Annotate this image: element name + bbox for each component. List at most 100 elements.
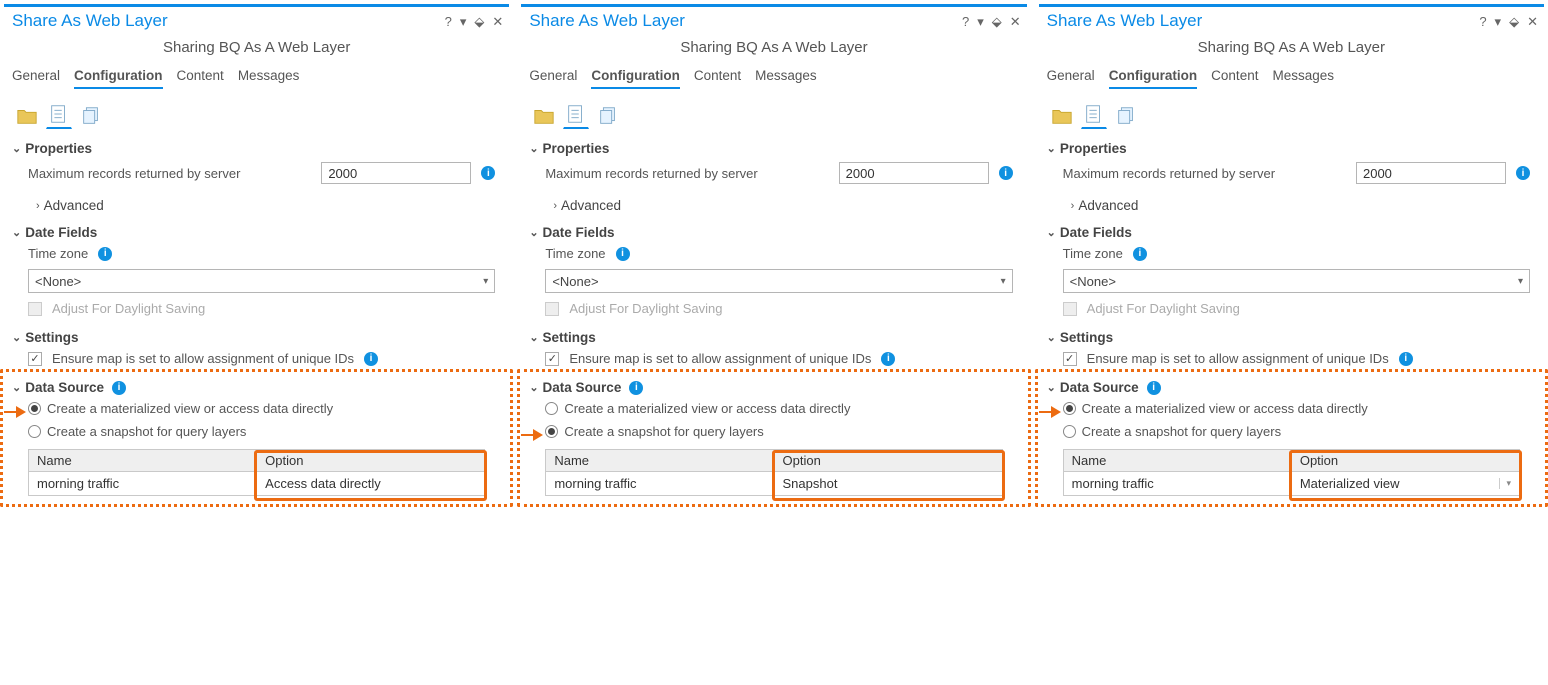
ensure-ids-checkbox[interactable] <box>28 352 42 366</box>
ds-cell-name[interactable]: morning traffic <box>1064 471 1292 495</box>
max-records-input[interactable] <box>1356 162 1506 184</box>
dropdown-icon[interactable]: ▾ <box>977 15 984 28</box>
tab-bar: General Configuration Content Messages <box>1039 66 1544 91</box>
properties-header[interactable]: ⌄ Properties <box>521 131 1026 158</box>
max-records-input[interactable] <box>321 162 471 184</box>
tab-messages[interactable]: Messages <box>1272 66 1334 89</box>
settings-header[interactable]: ⌄ Settings <box>1039 320 1544 347</box>
properties-header[interactable]: ⌄ Properties <box>1039 131 1544 158</box>
tab-messages[interactable]: Messages <box>238 66 300 89</box>
dropdown-icon[interactable]: ▾ <box>1495 15 1502 28</box>
info-icon[interactable]: i <box>616 247 630 261</box>
advanced-header[interactable]: › Advanced <box>521 188 1026 215</box>
close-icon[interactable]: ✕ <box>1010 15 1021 28</box>
max-records-input[interactable] <box>839 162 989 184</box>
info-icon[interactable]: i <box>1399 352 1413 366</box>
tab-content[interactable]: Content <box>1211 66 1258 89</box>
ds-radio-snapshot-label: Create a snapshot for query layers <box>564 424 763 439</box>
chevron-right-icon: › <box>36 200 40 212</box>
pin-icon[interactable]: ⬙ <box>992 15 1002 28</box>
layer-stack-icon[interactable] <box>1113 103 1139 129</box>
info-icon[interactable]: i <box>98 247 112 261</box>
tab-configuration[interactable]: Configuration <box>74 66 162 89</box>
tab-general[interactable]: General <box>12 66 60 89</box>
timezone-select[interactable]: <None> ▾ <box>545 269 1012 293</box>
section-label: Properties <box>543 141 610 156</box>
timezone-select[interactable]: <None> ▾ <box>1063 269 1530 293</box>
properties-header[interactable]: ⌄ Properties <box>4 131 509 158</box>
layer-doc-icon[interactable] <box>46 103 72 129</box>
max-records-label: Maximum records returned by server <box>28 166 240 181</box>
tab-general[interactable]: General <box>1047 66 1095 89</box>
advanced-header[interactable]: › Advanced <box>1039 188 1544 215</box>
layer-folder-icon[interactable] <box>531 103 557 129</box>
ds-cell-name[interactable]: morning traffic <box>546 471 774 495</box>
tab-content[interactable]: Content <box>694 66 741 89</box>
section-label: Advanced <box>44 198 104 213</box>
tab-messages[interactable]: Messages <box>755 66 817 89</box>
info-icon[interactable]: i <box>881 352 895 366</box>
layer-folder-icon[interactable] <box>14 103 40 129</box>
timezone-value: <None> <box>1070 274 1116 289</box>
layer-doc-icon[interactable] <box>1081 103 1107 129</box>
dropdown-icon[interactable]: ▾ <box>460 15 467 28</box>
daylight-label: Adjust For Daylight Saving <box>1087 301 1240 316</box>
pin-icon[interactable]: ⬙ <box>474 15 484 28</box>
data-source-header[interactable]: ⌄ Data Source i <box>4 370 509 397</box>
ensure-ids-checkbox[interactable] <box>1063 352 1077 366</box>
ensure-ids-label: Ensure map is set to allow assignment of… <box>1087 351 1389 366</box>
settings-header[interactable]: ⌄ Settings <box>4 320 509 347</box>
ds-radio-snapshot[interactable] <box>545 425 558 438</box>
tab-configuration[interactable]: Configuration <box>1109 66 1197 89</box>
layer-stack-icon[interactable] <box>595 103 621 129</box>
close-icon[interactable]: ✕ <box>1527 15 1538 28</box>
daylight-checkbox <box>545 302 559 316</box>
date-fields-header[interactable]: ⌄ Date Fields <box>1039 215 1544 242</box>
close-icon[interactable]: ✕ <box>492 15 503 28</box>
ds-col-option: Option <box>1292 450 1519 471</box>
info-icon[interactable]: i <box>629 381 643 395</box>
advanced-header[interactable]: › Advanced <box>4 188 509 215</box>
help-icon[interactable]: ? <box>445 15 452 28</box>
data-source-header[interactable]: ⌄ Data Source i <box>521 370 1026 397</box>
ds-cell-option[interactable]: Snapshot <box>775 471 1002 495</box>
pin-icon[interactable]: ⬙ <box>1509 15 1519 28</box>
info-icon[interactable]: i <box>364 352 378 366</box>
tab-content[interactable]: Content <box>177 66 224 89</box>
daylight-checkbox <box>1063 302 1077 316</box>
ds-radio-materialized[interactable] <box>545 402 558 415</box>
tab-configuration[interactable]: Configuration <box>591 66 679 89</box>
settings-header[interactable]: ⌄ Settings <box>521 320 1026 347</box>
layer-folder-icon[interactable] <box>1049 103 1075 129</box>
ds-cell-option[interactable]: Materialized view ▾ <box>1292 471 1519 495</box>
help-icon[interactable]: ? <box>962 15 969 28</box>
layer-doc-icon[interactable] <box>563 103 589 129</box>
ds-cell-name[interactable]: morning traffic <box>29 471 257 495</box>
date-fields-header[interactable]: ⌄ Date Fields <box>4 215 509 242</box>
ds-cell-option[interactable]: Access data directly <box>257 471 484 495</box>
ds-radio-materialized[interactable] <box>1063 402 1076 415</box>
ds-radio-snapshot[interactable] <box>28 425 41 438</box>
section-label: Date Fields <box>25 225 97 240</box>
chevron-down-icon: ⌄ <box>12 331 21 344</box>
section-label: Data Source <box>543 380 622 395</box>
timezone-label: Time zone <box>545 246 605 261</box>
timezone-label: Time zone <box>1063 246 1123 261</box>
info-icon[interactable]: i <box>1133 247 1147 261</box>
help-icon[interactable]: ? <box>1479 15 1486 28</box>
info-icon[interactable]: i <box>1516 166 1530 180</box>
date-fields-header[interactable]: ⌄ Date Fields <box>521 215 1026 242</box>
timezone-select[interactable]: <None> ▾ <box>28 269 495 293</box>
info-icon[interactable]: i <box>1147 381 1161 395</box>
info-icon[interactable]: i <box>112 381 126 395</box>
layer-stack-icon[interactable] <box>78 103 104 129</box>
ensure-ids-checkbox[interactable] <box>545 352 559 366</box>
section-label: Settings <box>543 330 596 345</box>
info-icon[interactable]: i <box>999 166 1013 180</box>
info-icon[interactable]: i <box>481 166 495 180</box>
share-pane: Share As Web Layer ? ▾ ⬙ ✕ Sharing BQ As… <box>1039 4 1544 681</box>
ds-radio-snapshot[interactable] <box>1063 425 1076 438</box>
data-source-header[interactable]: ⌄ Data Source i <box>1039 370 1544 397</box>
tab-general[interactable]: General <box>529 66 577 89</box>
ds-radio-materialized[interactable] <box>28 402 41 415</box>
